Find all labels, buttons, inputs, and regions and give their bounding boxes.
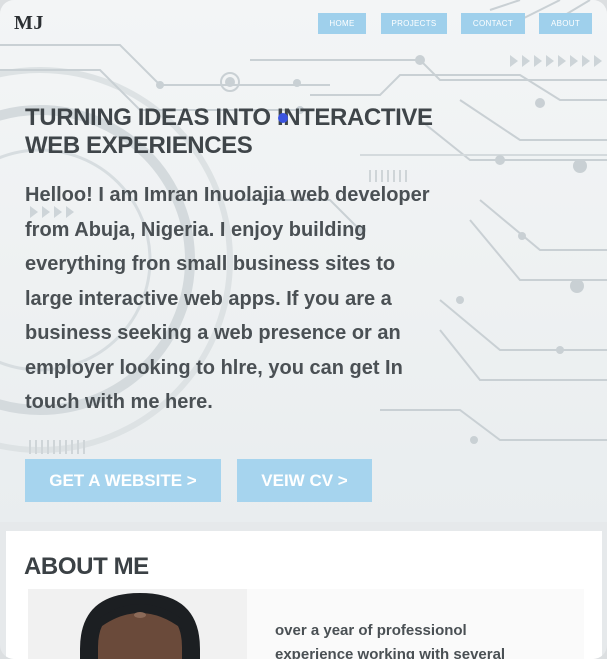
headline-line-1: TURNING IDEAS INTO INTERACTIVE xyxy=(25,104,433,131)
hero-headline: TURNING IDEAS INTO INTERACTIVE WEB EXPER… xyxy=(25,104,505,160)
headline-line-2: WEB EXPERIENCES xyxy=(25,132,253,159)
page: MJ HOME PROJECTS CONTACT ABOUT TURNING I… xyxy=(0,0,607,659)
view-cv-button[interactable]: VEIW CV > xyxy=(237,459,372,502)
top-navigation: HOME PROJECTS CONTACT ABOUT xyxy=(0,13,607,35)
hero-section: MJ HOME PROJECTS CONTACT ABOUT TURNING I… xyxy=(0,0,607,522)
intro-line: Helloo! I am Imran Inuolajia web develop… xyxy=(25,184,430,206)
about-card: over a year of professionol experience w… xyxy=(28,589,584,659)
intro-line: touch with me here. xyxy=(25,391,213,413)
about-title: ABOUT ME xyxy=(24,553,149,580)
nav-projects-button[interactable]: PROJECTS xyxy=(381,13,447,34)
nav-about-button[interactable]: ABOUT xyxy=(539,13,592,34)
intro-line: large interactive web apps. If you are a xyxy=(25,287,392,310)
intro-line: employer looking to hlre, you can get In xyxy=(25,356,403,379)
about-text: over a year of professionol experience w… xyxy=(275,619,575,659)
profile-photo xyxy=(28,589,247,659)
nav-home-button[interactable]: HOME xyxy=(318,13,366,34)
intro-line: everything fron small business sites to xyxy=(25,253,396,275)
get-a-website-button[interactable]: GET A WEBSITE > xyxy=(25,459,221,502)
intro-line: from Abuja, Nigeria. I enjoy building xyxy=(25,218,367,241)
nav-contact-button[interactable]: CONTACT xyxy=(461,13,525,34)
about-section: ABOUT ME over a year of professionol exp… xyxy=(6,531,602,659)
mouse-cursor-indicator xyxy=(278,113,288,123)
about-text-line: experience working with several xyxy=(275,646,506,659)
hero-intro-paragraph: Helloo! I am Imran Inuolajia web develop… xyxy=(25,178,495,420)
intro-line: business seeking a web presence or an xyxy=(25,322,401,344)
about-text-line: over a year of professionol xyxy=(275,622,467,639)
profile-portrait-image xyxy=(28,589,247,659)
